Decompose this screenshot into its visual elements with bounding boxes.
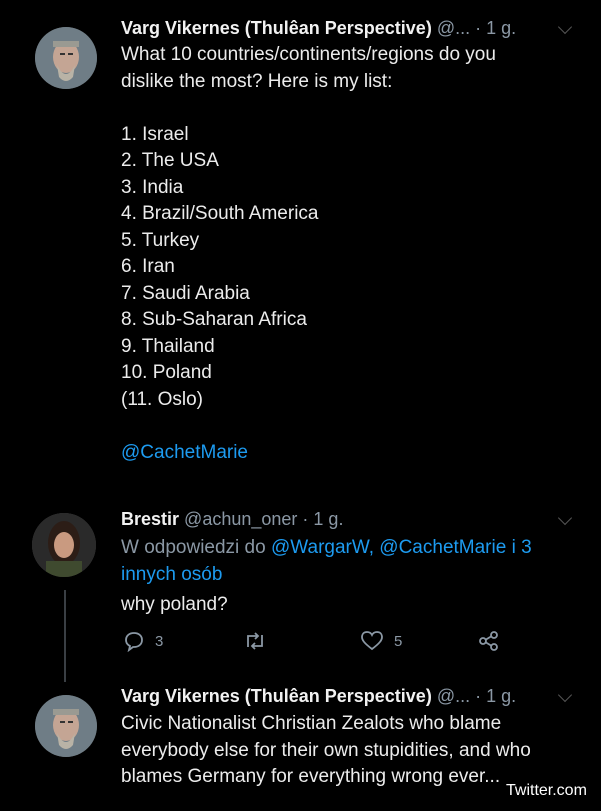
list-item: 8. Sub-Saharan Africa xyxy=(121,309,307,330)
list-item: 2. The USA xyxy=(121,150,219,171)
avatar-image xyxy=(32,513,96,577)
text-line: everybody else for their own stupidities… xyxy=(121,739,531,761)
avatar-varg[interactable] xyxy=(35,27,97,89)
list-item: 6. Iran xyxy=(121,256,175,277)
list-item: 3. India xyxy=(121,176,184,198)
chevron-down-icon[interactable] xyxy=(557,510,573,526)
tweet-1-header: Varg Vikernes (Thulêan Perspective) @...… xyxy=(121,18,516,39)
avatar-image xyxy=(35,27,97,89)
like-count: 5 xyxy=(394,632,403,650)
author-name[interactable]: Varg Vikernes (Thulêan Perspective) xyxy=(121,18,432,38)
author-handle[interactable]: @... xyxy=(437,686,470,706)
retweet-button[interactable] xyxy=(243,630,267,652)
tweet-2-header: Varg Vikernes (Thulêan Perspective) @...… xyxy=(121,686,516,707)
like-button[interactable]: 5 xyxy=(360,630,402,652)
cropped-text-fragment xyxy=(121,466,291,474)
watermark: Twitter.com xyxy=(506,782,587,799)
list-item: 1. Israel xyxy=(121,123,189,145)
reply-more-link[interactable]: innych osób xyxy=(121,562,532,589)
comment-icon xyxy=(125,632,143,652)
text-line xyxy=(121,413,496,440)
retweet-icon xyxy=(247,632,263,650)
author-handle[interactable]: @achun_oner xyxy=(184,509,297,529)
tweet-time[interactable]: · 1 g. xyxy=(475,18,516,38)
cropped-text-shape xyxy=(121,471,291,474)
tweet-2-text: Civic Nationalist Christian Zealots who … xyxy=(121,711,531,791)
text-line: What 10 countries/continents/regions do … xyxy=(121,44,496,65)
list-item: 7. Saudi Arabia xyxy=(121,282,250,304)
share-button[interactable] xyxy=(478,630,500,652)
tweet-1[interactable]: Varg Vikernes (Thulêan Perspective) @...… xyxy=(0,0,601,495)
comment-button[interactable]: 3 xyxy=(123,630,163,652)
reply-text-block: W odpowiedzi do @WargarW, @CachetMarie i… xyxy=(121,535,532,619)
author-name[interactable]: Varg Vikernes (Thulêan Perspective) xyxy=(121,686,432,706)
tweet-1-text: What 10 countries/continents/regions do … xyxy=(121,42,496,466)
reply-to-mentions[interactable]: @WargarW, @CachetMarie i 3 xyxy=(271,537,532,558)
share-icon xyxy=(479,631,498,651)
author-handle[interactable]: @... xyxy=(437,18,470,38)
list-item: 10. Poland xyxy=(121,362,212,383)
avatar-brestir[interactable] xyxy=(32,513,96,577)
chevron-down-icon[interactable] xyxy=(557,687,573,703)
reply-header: Brestir @achun_oner · 1 g. xyxy=(121,509,343,530)
avatar-varg[interactable] xyxy=(35,695,97,757)
list-item: 5. Turkey xyxy=(121,229,200,251)
list-item: (11. Oslo) xyxy=(121,388,204,410)
author-name[interactable]: Brestir xyxy=(121,509,179,529)
list-item: 4. Brazil/South America xyxy=(121,203,319,224)
text-line xyxy=(121,95,496,122)
reply-prefix: W odpowiedzi do xyxy=(121,537,266,558)
tweet-time[interactable]: · 1 g. xyxy=(302,509,343,529)
text-line: dislike the most? Here is my list: xyxy=(121,70,393,92)
text-line: blames Germany for everything wrong ever… xyxy=(121,766,501,787)
avatar-image xyxy=(35,695,97,757)
chevron-down-icon[interactable] xyxy=(557,19,573,35)
mention-link[interactable]: @CachetMarie xyxy=(121,440,496,467)
list-item: 9. Thailand xyxy=(121,335,215,357)
reply-actions: 3 5 xyxy=(0,630,601,658)
heart-icon xyxy=(361,631,383,651)
text-line: Civic Nationalist Christian Zealots who … xyxy=(121,713,502,734)
reply-count: 3 xyxy=(155,632,164,650)
tweet-time[interactable]: · 1 g. xyxy=(475,686,516,706)
reply-text: why poland? xyxy=(121,594,228,615)
